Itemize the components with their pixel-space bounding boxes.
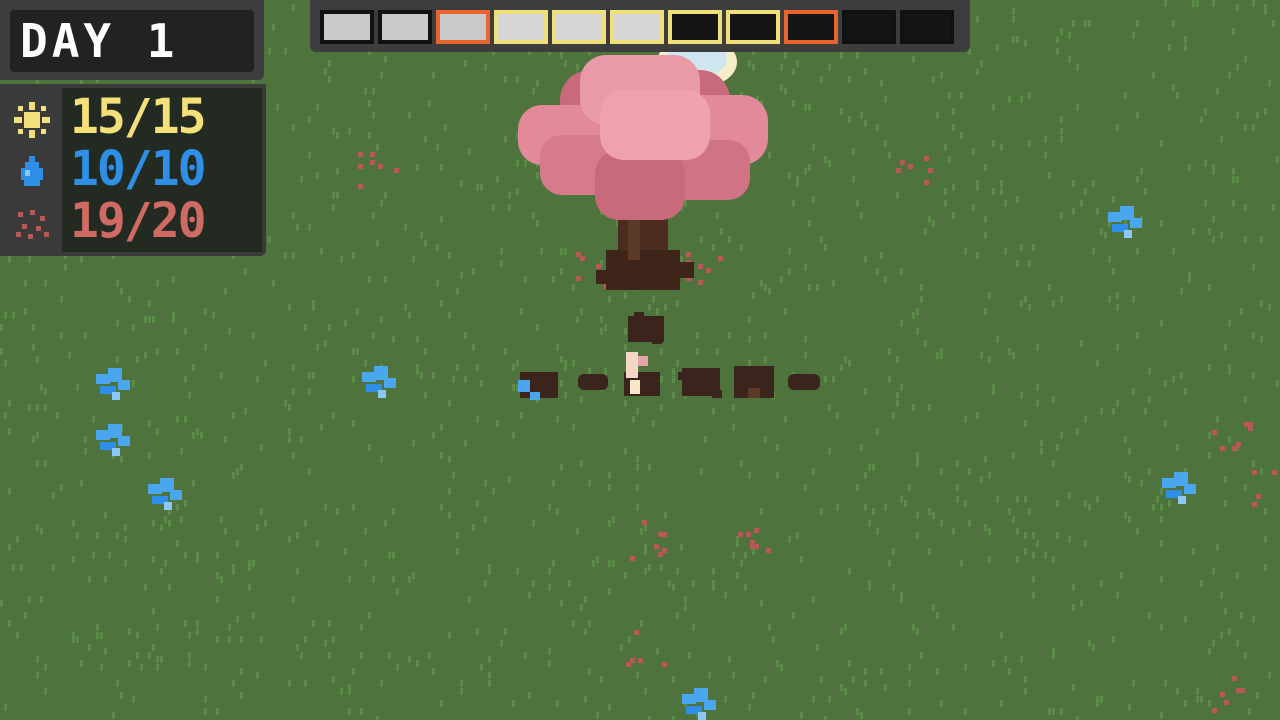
sun-stat: 15/15 [0, 89, 266, 145]
water-crystal[interactable] [362, 366, 396, 398]
water-crystal[interactable] [96, 368, 130, 400]
water-stat: 10/10 [0, 141, 266, 197]
time-slot [320, 10, 374, 44]
time-slot [378, 10, 432, 44]
time-slot [610, 10, 664, 44]
time-slot [552, 10, 606, 44]
seedling-plot[interactable] [624, 352, 660, 396]
time-slot [842, 10, 896, 44]
sun-value: 15/15 [70, 89, 206, 145]
sun-icon [14, 102, 50, 138]
day-panel: DAY 1 [0, 0, 264, 80]
cherry-blossom-tree[interactable] [518, 55, 768, 290]
soil-plot[interactable] [628, 312, 664, 344]
planted-plots[interactable] [518, 312, 820, 400]
water-crystal[interactable] [1162, 472, 1196, 504]
tree-canopy [518, 55, 768, 220]
time-slot [668, 10, 722, 44]
water-value: 10/10 [70, 141, 206, 197]
day-label: DAY 1 [20, 14, 179, 68]
petal-cluster [626, 630, 667, 667]
water-drop-icon [21, 156, 43, 186]
soil-plot[interactable] [678, 368, 722, 398]
seeds-stat: 19/20 [0, 193, 266, 249]
water-crystal[interactable] [682, 688, 716, 720]
seeds-icon [16, 210, 49, 239]
petal-cluster [1212, 676, 1245, 713]
seeds-value: 19/20 [70, 193, 206, 249]
time-slot [784, 10, 838, 44]
petal-cluster [1212, 422, 1253, 451]
soil-plot[interactable] [518, 372, 558, 400]
water-crystal[interactable] [96, 424, 130, 456]
time-slot [494, 10, 548, 44]
resource-panel: 15/15 10/10 19/20 [0, 84, 266, 256]
time-slot [436, 10, 490, 44]
time-of-day-bar [310, 0, 970, 52]
petal-cluster [1252, 470, 1277, 507]
time-slot [726, 10, 780, 44]
petal-cluster [896, 156, 933, 185]
petal-cluster [358, 152, 399, 189]
petal-cluster [630, 520, 667, 561]
seed-mound[interactable] [578, 374, 608, 390]
seed-mound[interactable] [788, 374, 820, 390]
day-label-box: DAY 1 [10, 10, 254, 72]
soil-plot[interactable] [734, 366, 774, 398]
time-slot [900, 10, 954, 44]
